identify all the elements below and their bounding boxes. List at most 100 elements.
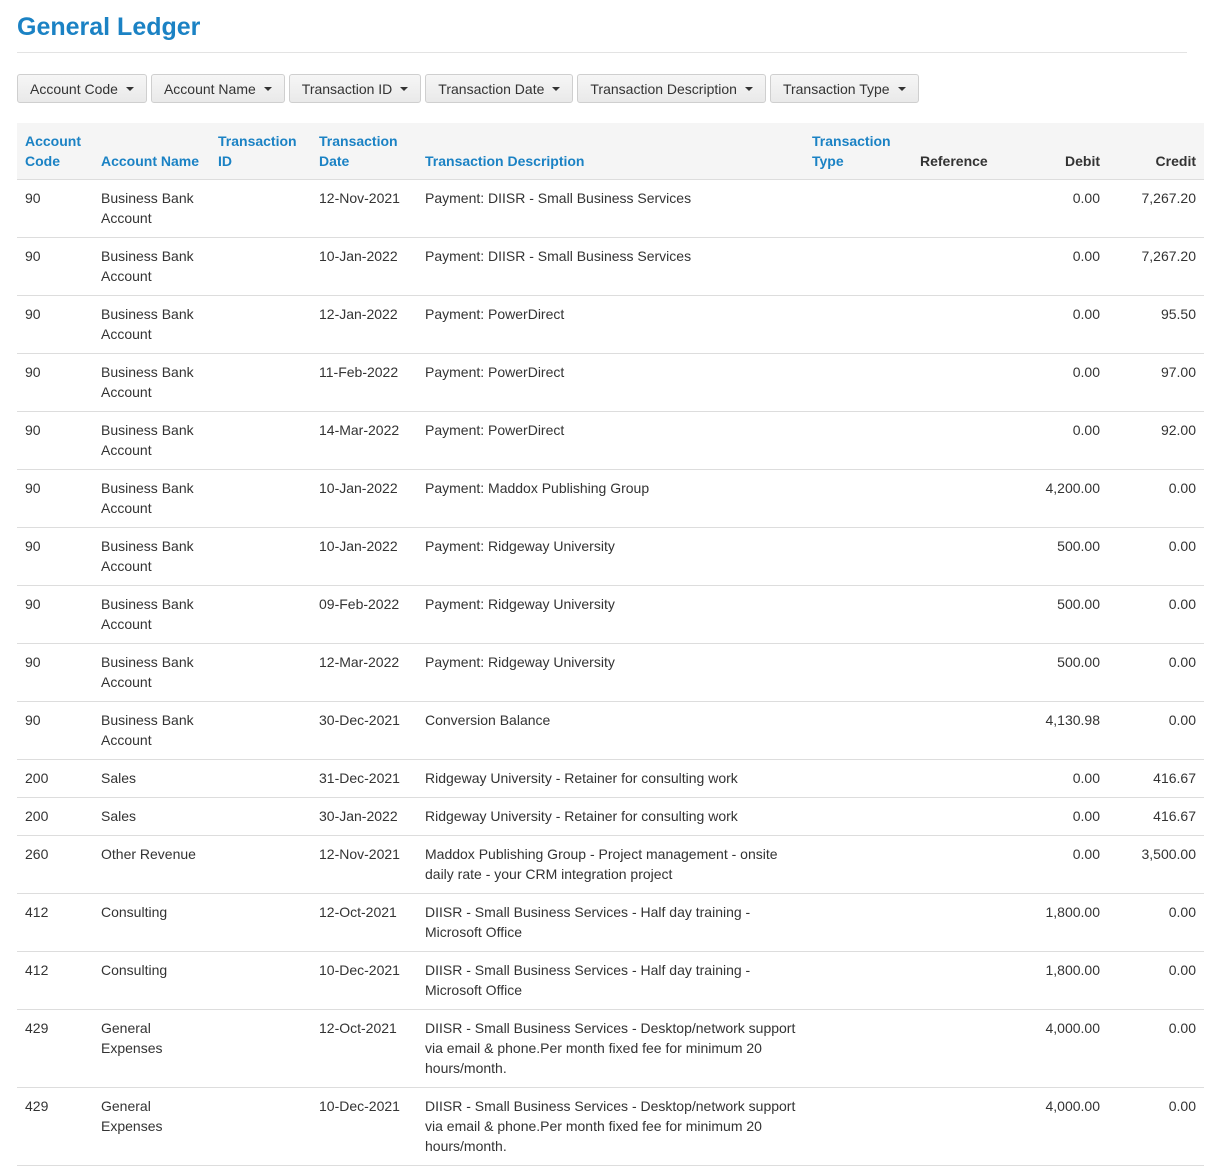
cell-transaction-description: DIISR - Small Business Services - Half d… xyxy=(417,893,804,952)
cell-debit: 1,800.00 xyxy=(1011,951,1108,1010)
cell-transaction-id xyxy=(210,1009,311,1088)
cell-transaction-id xyxy=(210,179,311,238)
cell-transaction-date: 10-Dec-2021 xyxy=(311,1087,417,1166)
cell-account-code: 412 xyxy=(17,951,93,1010)
filter-account-code-button[interactable]: Account Code xyxy=(17,74,147,103)
cell-debit: 4,130.98 xyxy=(1011,701,1108,760)
cell-transaction-type xyxy=(804,411,912,470)
header-transaction-id[interactable]: Transaction ID xyxy=(210,123,311,180)
header-account-name[interactable]: Account Name xyxy=(93,123,210,180)
cell-credit: 0.00 xyxy=(1108,951,1204,1010)
cell-account-name: Consulting xyxy=(93,893,210,952)
cell-account-code: 90 xyxy=(17,469,93,528)
cell-account-code: 90 xyxy=(17,701,93,760)
cell-account-name: Consulting xyxy=(93,951,210,1010)
cell-transaction-description: DIISR - Small Business Services - Half d… xyxy=(417,951,804,1010)
cell-transaction-type xyxy=(804,295,912,354)
header-transaction-type[interactable]: Transaction Type xyxy=(804,123,912,180)
cell-debit: 0.00 xyxy=(1011,759,1108,798)
table-row: 90 Business Bank Account 09-Feb-2022 Pay… xyxy=(17,585,1204,644)
cell-credit: 92.00 xyxy=(1108,411,1204,470)
cell-debit: 1,800.00 xyxy=(1011,893,1108,952)
table-row: 90 Business Bank Account 10-Jan-2022 Pay… xyxy=(17,237,1204,296)
cell-transaction-id xyxy=(210,469,311,528)
cell-transaction-type xyxy=(804,237,912,296)
page-title: General Ledger xyxy=(17,0,1187,53)
cell-reference xyxy=(912,527,1011,586)
cell-transaction-id xyxy=(210,295,311,354)
cell-credit: 0.00 xyxy=(1108,643,1204,702)
cell-debit: 4,000.00 xyxy=(1011,1087,1108,1166)
cell-credit: 0.00 xyxy=(1108,893,1204,952)
caret-down-icon xyxy=(552,86,561,91)
filter-transaction-type-button[interactable]: Transaction Type xyxy=(769,74,919,103)
table-row: 429 General Expenses 12-Oct-2021 DIISR -… xyxy=(17,1009,1204,1088)
cell-transaction-id xyxy=(210,951,311,1010)
cell-transaction-date: 09-Feb-2022 xyxy=(311,585,417,644)
cell-debit: 0.00 xyxy=(1011,353,1108,412)
cell-transaction-date: 10-Jan-2022 xyxy=(311,527,417,586)
cell-transaction-date: 31-Dec-2021 xyxy=(311,759,417,798)
cell-account-name: General Expenses xyxy=(93,1009,210,1088)
filter-transaction-date-button[interactable]: Transaction Date xyxy=(425,74,574,103)
cell-transaction-type xyxy=(804,469,912,528)
cell-reference xyxy=(912,893,1011,952)
header-transaction-date[interactable]: Transaction Date xyxy=(311,123,417,180)
filter-label: Transaction ID xyxy=(301,80,393,97)
cell-transaction-type xyxy=(804,1087,912,1166)
cell-account-code: 260 xyxy=(17,835,93,894)
filter-transaction-id-button[interactable]: Transaction ID xyxy=(288,74,422,103)
caret-down-icon xyxy=(897,86,906,91)
cell-account-name: Sales xyxy=(93,759,210,798)
cell-reference xyxy=(912,469,1011,528)
cell-reference xyxy=(912,797,1011,836)
cell-transaction-description: Conversion Balance xyxy=(417,701,804,760)
cell-transaction-id xyxy=(210,411,311,470)
general-ledger-page: General Ledger Account Code Account Name… xyxy=(0,0,1210,1166)
cell-transaction-id xyxy=(210,759,311,798)
cell-credit: 7,267.20 xyxy=(1108,179,1204,238)
header-transaction-description[interactable]: Transaction Description xyxy=(417,123,804,180)
cell-transaction-type xyxy=(804,797,912,836)
cell-transaction-type xyxy=(804,353,912,412)
cell-transaction-date: 12-Oct-2021 xyxy=(311,893,417,952)
table-row: 90 Business Bank Account 10-Jan-2022 Pay… xyxy=(17,469,1204,528)
cell-account-name: Business Bank Account xyxy=(93,585,210,644)
filter-transaction-description-button[interactable]: Transaction Description xyxy=(577,74,766,103)
cell-reference xyxy=(912,411,1011,470)
cell-transaction-description: Payment: Ridgeway University xyxy=(417,643,804,702)
cell-credit: 0.00 xyxy=(1108,527,1204,586)
header-account-code[interactable]: Account Code xyxy=(17,123,93,180)
cell-reference xyxy=(912,835,1011,894)
cell-transaction-id xyxy=(210,797,311,836)
cell-account-name: Business Bank Account xyxy=(93,179,210,238)
cell-debit: 0.00 xyxy=(1011,411,1108,470)
cell-account-code: 90 xyxy=(17,295,93,354)
table-row: 90 Business Bank Account 10-Jan-2022 Pay… xyxy=(17,527,1204,586)
cell-credit: 95.50 xyxy=(1108,295,1204,354)
cell-credit: 0.00 xyxy=(1108,585,1204,644)
caret-down-icon xyxy=(263,86,272,91)
filter-account-name-button[interactable]: Account Name xyxy=(150,74,285,103)
cell-transaction-id xyxy=(210,701,311,760)
cell-transaction-type xyxy=(804,759,912,798)
table-row: 200 Sales 31-Dec-2021 Ridgeway Universit… xyxy=(17,759,1204,798)
cell-transaction-description: Ridgeway University - Retainer for consu… xyxy=(417,759,804,798)
cell-account-code: 90 xyxy=(17,179,93,238)
header-credit: Credit xyxy=(1108,123,1204,180)
table-row: 90 Business Bank Account 11-Feb-2022 Pay… xyxy=(17,353,1204,412)
cell-credit: 416.67 xyxy=(1108,797,1204,836)
cell-transaction-id xyxy=(210,353,311,412)
cell-transaction-id xyxy=(210,1087,311,1166)
cell-credit: 7,267.20 xyxy=(1108,237,1204,296)
cell-transaction-date: 10-Jan-2022 xyxy=(311,469,417,528)
cell-account-code: 90 xyxy=(17,353,93,412)
cell-transaction-date: 12-Nov-2021 xyxy=(311,835,417,894)
cell-account-name: Business Bank Account xyxy=(93,643,210,702)
cell-transaction-type xyxy=(804,585,912,644)
cell-debit: 0.00 xyxy=(1011,179,1108,238)
cell-transaction-id xyxy=(210,893,311,952)
table-row: 90 Business Bank Account 12-Mar-2022 Pay… xyxy=(17,643,1204,702)
cell-account-name: Business Bank Account xyxy=(93,469,210,528)
cell-debit: 0.00 xyxy=(1011,295,1108,354)
